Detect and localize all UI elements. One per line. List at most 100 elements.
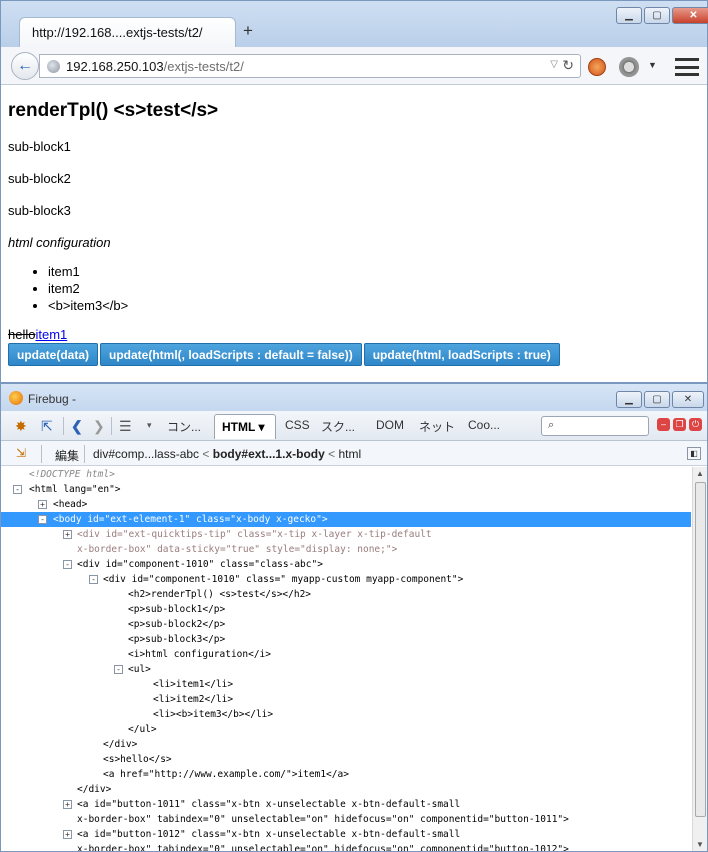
expand-icon[interactable]: +	[63, 800, 72, 809]
firebug-maximize-button[interactable]: ▢	[644, 391, 670, 408]
update-html-loadscripts-button[interactable]: update(html, loadScripts : true)	[363, 343, 560, 366]
tree-row[interactable]: <p>sub-block1</p>	[1, 602, 691, 617]
url-bar[interactable]: 192.168.250.103/extjs-tests/t2/ ▽ ↻	[39, 54, 581, 78]
tree-row-text: <div id="component-1010" class=" myapp-c…	[103, 574, 464, 585]
maximize-button[interactable]: ▢	[644, 7, 670, 24]
tree-row[interactable]: <s>hello</s>	[1, 752, 691, 767]
firebug-minimize-button[interactable]: ▁	[616, 391, 642, 408]
firebug-titlebar: Firebug - ▁ ▢ ✕	[1, 384, 707, 411]
tree-row[interactable]: </div>	[1, 782, 691, 797]
expand-icon[interactable]: +	[38, 500, 47, 509]
side-panel-toggle-icon[interactable]: ◧	[687, 447, 701, 460]
tree-row[interactable]: + <a id="button-1011" class="x-btn x-unse…	[1, 797, 691, 812]
edit-button[interactable]: 編集	[55, 447, 79, 464]
scrollbar-thumb[interactable]	[695, 482, 706, 817]
firebug-title: Firebug -	[28, 392, 77, 406]
html-tree: <!DOCTYPE html> - <html lang="en"> + <head> -…	[1, 467, 691, 851]
new-tab-button[interactable]: +	[243, 21, 253, 41]
bug-icon[interactable]: ✸	[15, 418, 27, 435]
tree-row[interactable]: <li>item2</li>	[1, 692, 691, 707]
back-button[interactable]: ←	[11, 52, 39, 80]
expand-icon[interactable]: +	[63, 830, 72, 839]
tab-dom[interactable]: DOM	[376, 418, 404, 432]
struck-hello: hello	[8, 327, 36, 342]
sub-block-3: sub-block3	[8, 203, 71, 218]
panel-dropdown-icon[interactable]: ▾	[147, 420, 152, 431]
tree-row-text: x-border-box" tabindex="0" unselectable=…	[77, 844, 569, 851]
tree-row[interactable]: </div>	[1, 737, 691, 752]
breadcrumb: ⇲ 編集 div#comp...lass-abc < body#ext...1.…	[1, 441, 707, 466]
firebug-minimize-icon[interactable]: –	[657, 418, 670, 431]
tree-row-text: <a href="http://www.example.com/">item1<…	[103, 769, 349, 780]
url-history-dropdown-icon[interactable]: ▽	[550, 59, 558, 70]
breadcrumb-item-div[interactable]: div#comp...lass-abc	[93, 447, 199, 461]
tree-row[interactable]: <i>html configuration</i>	[1, 647, 691, 662]
tab-net[interactable]: ネット	[419, 418, 455, 435]
tree-row-text: <li>item2</li>	[153, 694, 234, 705]
tree-row[interactable]: + <div id="ext-quicktips-tip" class="x-ti…	[1, 527, 691, 542]
url-path: /extjs-tests/t2/	[163, 59, 244, 74]
reload-icon[interactable]: ↻	[562, 57, 574, 74]
tree-row[interactable]: - <ul>	[1, 662, 691, 677]
tab-console[interactable]: コン...	[167, 418, 201, 435]
tree-row[interactable]: - <html lang="en">	[1, 482, 691, 497]
tree-row[interactable]: <a href="http://www.example.com/">item1<…	[1, 767, 691, 782]
update-data-button[interactable]: update(data)	[8, 343, 98, 366]
tree-row-text: <p>sub-block1</p>	[128, 604, 226, 615]
firebug-power-icon[interactable]: ⏻	[689, 418, 702, 431]
tree-row[interactable]: <!DOCTYPE html>	[1, 467, 691, 482]
tab-css[interactable]: CSS	[285, 418, 310, 432]
tree-row[interactable]: </ul>	[1, 722, 691, 737]
sub-block-1: sub-block1	[8, 139, 71, 154]
collapse-icon[interactable]: -	[89, 575, 98, 584]
browser-tab[interactable]: http://192.168....extjs-tests/t2/	[19, 17, 236, 47]
collapse-icon[interactable]: -	[38, 515, 47, 524]
tree-row[interactable]: <li>item1</li>	[1, 677, 691, 692]
addon-block-icon[interactable]	[588, 58, 606, 76]
forward-arrow-icon[interactable]: ❯	[93, 418, 105, 435]
update-html-default-button[interactable]: update(html(, loadScripts : default = fa…	[100, 343, 362, 366]
item1-link[interactable]: item1	[35, 327, 67, 342]
hamburger-menu-icon[interactable]	[675, 58, 699, 76]
tab-title: http://192.168....extjs-tests/t2/	[32, 25, 203, 40]
tree-scrollbar[interactable]: ▲ ▼	[692, 467, 707, 851]
firebug-detach-icon[interactable]: ❐	[673, 418, 686, 431]
inspect-icon[interactable]: ⇱	[41, 418, 53, 435]
chevron-down-icon[interactable]: ▼	[648, 60, 657, 70]
tree-row-text: </ul>	[128, 724, 157, 735]
collapse-icon[interactable]: -	[114, 665, 123, 674]
gear-icon[interactable]	[619, 57, 639, 77]
tree-row[interactable]: - <div id="component-1010" class="class-a…	[1, 557, 691, 572]
firebug-search-input[interactable]: ⌕	[541, 416, 649, 436]
tree-row[interactable]: x-border-box" tabindex="0" unselectable=…	[1, 842, 691, 851]
browser-titlebar: http://192.168....extjs-tests/t2/ + ▁ ▢ …	[1, 1, 708, 47]
collapse-icon[interactable]: -	[13, 485, 22, 494]
tree-row-text: </div>	[103, 739, 138, 750]
tree-row[interactable]: + <a id="button-1012" class="x-btn x-unse…	[1, 827, 691, 842]
tree-row[interactable]: x-border-box" data-sticky="true" style="…	[1, 542, 691, 557]
tab-cookies[interactable]: Coo...	[468, 418, 500, 432]
expand-icon[interactable]: +	[63, 530, 72, 539]
tree-row-selected[interactable]: - <body id="ext-element-1" class="x-body …	[1, 512, 691, 527]
tree-row-text: <!DOCTYPE html>	[29, 469, 115, 480]
back-arrow-icon[interactable]: ❮	[71, 418, 83, 435]
breadcrumb-item-body[interactable]: body#ext...1.x-body	[213, 447, 325, 461]
tree-row[interactable]: <li><b>item3</b></li>	[1, 707, 691, 722]
tree-row[interactable]: <p>sub-block2</p>	[1, 617, 691, 632]
tree-row[interactable]: + <head>	[1, 497, 691, 512]
close-button[interactable]: ✕	[672, 7, 708, 24]
tree-row-text: <h2>renderTpl() <s>test</s></h2>	[128, 589, 312, 600]
tree-row[interactable]: - <div id="component-1010" class=" myapp-…	[1, 572, 691, 587]
panel-menu-icon[interactable]: ☰	[119, 418, 132, 435]
inspect-element-icon[interactable]: ⇲	[16, 446, 26, 460]
tab-script[interactable]: スク...	[321, 418, 355, 435]
breadcrumb-item-html[interactable]: html	[338, 447, 361, 461]
tab-html[interactable]: HTML ▾	[214, 414, 276, 439]
minimize-button[interactable]: ▁	[616, 7, 642, 24]
firebug-close-button[interactable]: ✕	[672, 391, 704, 408]
tree-row[interactable]: <p>sub-block3</p>	[1, 632, 691, 647]
tree-row[interactable]: <h2>renderTpl() <s>test</s></h2>	[1, 587, 691, 602]
tree-row-text: <p>sub-block2</p>	[128, 619, 226, 630]
collapse-icon[interactable]: -	[63, 560, 72, 569]
tree-row[interactable]: x-border-box" tabindex="0" unselectable=…	[1, 812, 691, 827]
